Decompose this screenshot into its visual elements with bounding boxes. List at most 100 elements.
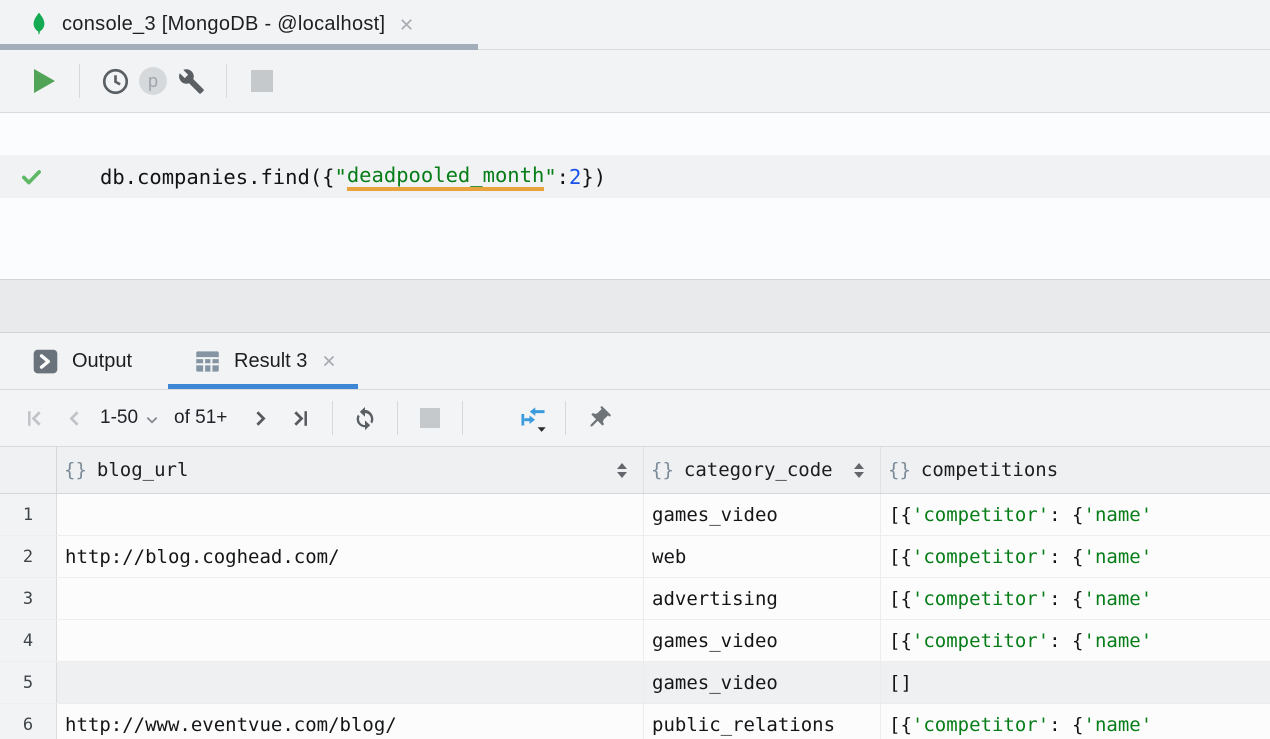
refresh-button[interactable] bbox=[348, 401, 382, 435]
play-icon bbox=[34, 69, 55, 93]
tab-output[interactable]: Output bbox=[32, 333, 152, 389]
pin-tab-button[interactable] bbox=[581, 401, 615, 435]
json-type-icon: {} bbox=[651, 459, 674, 481]
total-count-label: of 51+ bbox=[174, 407, 227, 429]
cell-category_code[interactable]: games_video bbox=[644, 620, 881, 661]
tab-result-3[interactable]: Result 3 bbox=[174, 333, 358, 389]
cell-blog_url[interactable] bbox=[57, 620, 644, 661]
editor-tab-bar: console_3 [MongoDB - @localhost] bbox=[0, 0, 1270, 50]
code-token: " bbox=[335, 165, 347, 189]
console-toolbar: p bbox=[0, 50, 1270, 113]
run-button[interactable] bbox=[25, 62, 63, 100]
editor-results-splitter[interactable] bbox=[0, 279, 1270, 333]
toolbar-separator bbox=[565, 401, 566, 435]
column-label: category_code bbox=[684, 459, 833, 481]
row-number[interactable]: 2 bbox=[0, 536, 57, 577]
parameters-p-icon: p bbox=[139, 67, 167, 95]
cell-blog_url[interactable] bbox=[57, 662, 644, 703]
table-row: 3 advertising[{'competitor': {'name' bbox=[0, 578, 1270, 620]
chevron-left-icon bbox=[62, 406, 87, 431]
console-output-icon bbox=[32, 348, 59, 375]
wrench-icon bbox=[178, 68, 205, 95]
chevron-down-icon[interactable] bbox=[144, 412, 160, 428]
stop-icon bbox=[251, 70, 273, 92]
last-page-button[interactable] bbox=[283, 401, 317, 435]
row-number[interactable]: 6 bbox=[0, 704, 57, 739]
cell-blog_url[interactable]: http://www.eventvue.com/blog/ bbox=[57, 704, 644, 739]
result-tab-bar: Output Result 3 bbox=[0, 333, 1270, 390]
column-header-blog_url[interactable]: {} blog_url bbox=[57, 447, 644, 493]
first-page-icon bbox=[22, 406, 47, 431]
table-row: 5 games_video[] bbox=[0, 662, 1270, 704]
page-range-dropdown[interactable]: 1-50 bbox=[100, 407, 138, 429]
cell-competitions[interactable]: [{'competitor': {'name' bbox=[881, 494, 1270, 535]
stop-icon bbox=[420, 408, 440, 428]
ide-window: console_3 [MongoDB - @localhost] p db.co… bbox=[0, 0, 1270, 739]
table-row: 1 games_video[{'competitor': {'name' bbox=[0, 494, 1270, 536]
row-number[interactable]: 5 bbox=[0, 662, 57, 703]
cell-competitions[interactable]: [{'competitor': {'name' bbox=[881, 620, 1270, 661]
cell-category_code[interactable]: public_relations bbox=[644, 704, 881, 739]
last-page-icon bbox=[288, 406, 313, 431]
code-token: deadpooled_month bbox=[347, 163, 544, 191]
column-header-category_code[interactable]: {} category_code bbox=[644, 447, 881, 493]
first-page-button[interactable] bbox=[17, 401, 51, 435]
tab-close-icon[interactable] bbox=[397, 15, 416, 34]
previous-page-button[interactable] bbox=[57, 401, 91, 435]
next-page-button[interactable] bbox=[243, 401, 277, 435]
editor-tab-console-3[interactable]: console_3 [MongoDB - @localhost] bbox=[0, 0, 478, 49]
cell-blog_url[interactable] bbox=[57, 578, 644, 619]
cell-blog_url[interactable]: http://blog.coghead.com/ bbox=[57, 536, 644, 577]
code-line[interactable]: db.companies.find({"deadpooled_month":2}… bbox=[100, 155, 606, 198]
cell-category_code[interactable]: games_video bbox=[644, 662, 881, 703]
chevron-right-icon bbox=[248, 406, 273, 431]
toolbar-separator bbox=[79, 64, 80, 98]
json-type-icon: {} bbox=[64, 459, 87, 481]
pager-toolbar: 1-50 of 51+ bbox=[0, 390, 1270, 447]
cell-blog_url[interactable] bbox=[57, 494, 644, 535]
cell-competitions[interactable]: [{'competitor': {'name' bbox=[881, 578, 1270, 619]
refresh-icon bbox=[352, 405, 378, 431]
column-label: blog_url bbox=[97, 459, 189, 481]
json-type-icon: {} bbox=[888, 459, 911, 481]
code-token: }) bbox=[581, 165, 606, 189]
cell-competitions[interactable]: [{'competitor': {'name' bbox=[881, 704, 1270, 739]
stop-button[interactable] bbox=[243, 62, 281, 100]
data-view-arrows-icon bbox=[518, 403, 548, 433]
grid-body: 1games_video[{'competitor': {'name'2http… bbox=[0, 494, 1270, 739]
view-options-button[interactable] bbox=[516, 401, 550, 435]
parameters-toggle[interactable]: p bbox=[134, 62, 172, 100]
cell-category_code[interactable]: advertising bbox=[644, 578, 881, 619]
grid-corner-cell[interactable] bbox=[0, 447, 57, 493]
pin-icon bbox=[585, 405, 612, 432]
cell-category_code[interactable]: web bbox=[644, 536, 881, 577]
sort-icon[interactable] bbox=[617, 463, 627, 478]
code-token: " bbox=[544, 165, 556, 189]
console-editor[interactable]: db.companies.find({"deadpooled_month":2}… bbox=[0, 113, 1270, 279]
success-check-icon bbox=[20, 165, 43, 188]
toolbar-separator bbox=[397, 401, 398, 435]
selected-tab-indicator bbox=[0, 44, 478, 50]
table-row: 6http://www.eventvue.com/blog/public_rel… bbox=[0, 704, 1270, 739]
cell-category_code[interactable]: games_video bbox=[644, 494, 881, 535]
stop-query-button[interactable] bbox=[413, 401, 447, 435]
toolbar-separator bbox=[332, 401, 333, 435]
cell-competitions[interactable]: [{'competitor': {'name' bbox=[881, 536, 1270, 577]
row-number[interactable]: 4 bbox=[0, 620, 57, 661]
row-number[interactable]: 3 bbox=[0, 578, 57, 619]
tab-title: console_3 [MongoDB - @localhost] bbox=[62, 13, 385, 36]
tab-close-icon[interactable] bbox=[320, 352, 338, 370]
mongodb-leaf-icon bbox=[28, 11, 50, 39]
query-history-button[interactable] bbox=[96, 62, 134, 100]
code-token: 2 bbox=[569, 165, 581, 189]
toolbar-separator bbox=[226, 64, 227, 98]
settings-button[interactable] bbox=[172, 62, 210, 100]
column-header-competitions[interactable]: {} competitions bbox=[881, 447, 1270, 493]
column-label: competitions bbox=[921, 459, 1058, 481]
active-tab-indicator bbox=[168, 384, 358, 389]
row-number[interactable]: 1 bbox=[0, 494, 57, 535]
tab-label: Output bbox=[72, 350, 132, 373]
cell-competitions[interactable]: [] bbox=[881, 662, 1270, 703]
sort-icon[interactable] bbox=[854, 463, 864, 478]
tab-label: Result 3 bbox=[234, 350, 307, 373]
